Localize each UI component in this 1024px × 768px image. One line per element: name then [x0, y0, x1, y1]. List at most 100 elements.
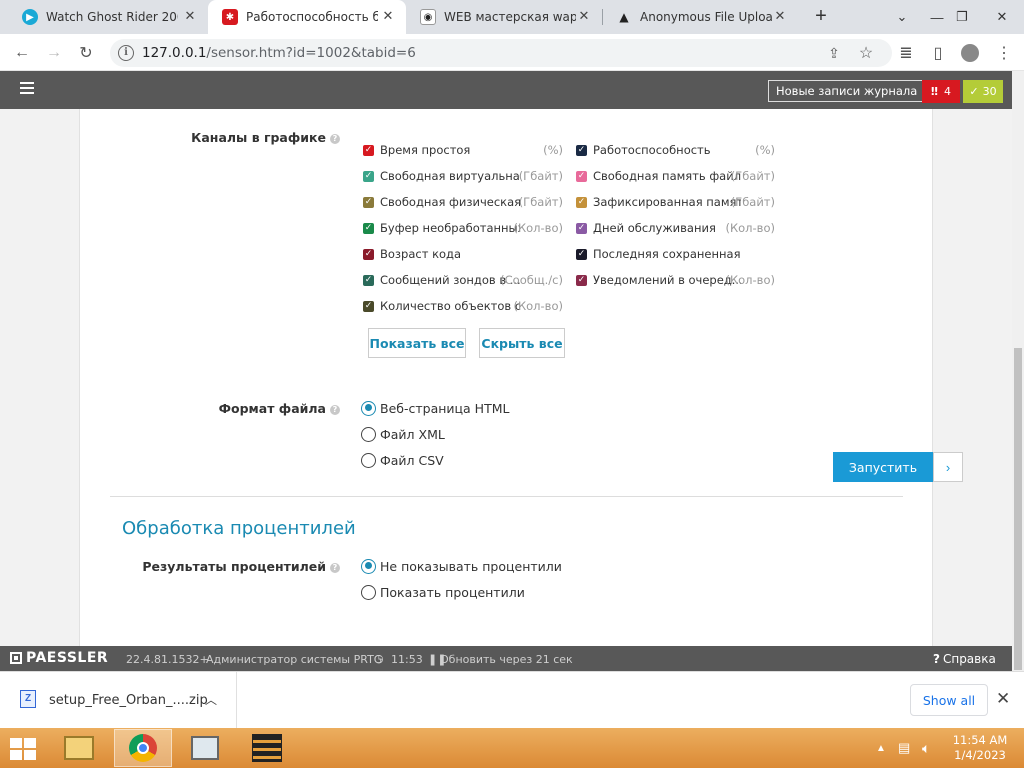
- error-alarm-badge[interactable]: ‼ 4: [922, 80, 960, 103]
- browser-tab-2[interactable]: ✱ Работоспособность базо ✕: [208, 0, 406, 34]
- prtg-footer: PAESSLER 22.4.81.1532+ Администратор сис…: [0, 646, 1012, 671]
- paessler-logo-icon: [10, 652, 22, 664]
- checkbox-checked-icon[interactable]: ✓: [576, 248, 587, 260]
- radio-selected-icon[interactable]: [361, 558, 376, 574]
- checkbox-checked-icon[interactable]: ✓: [363, 248, 374, 260]
- channel-name: Последняя сохраненная конфиг...: [593, 247, 741, 261]
- bookmark-star-icon[interactable]: ☆: [854, 41, 878, 65]
- checkbox-checked-icon[interactable]: ✓: [363, 170, 374, 182]
- format-radio-csv[interactable]: Файл CSV: [361, 451, 444, 469]
- hamburger-menu-icon[interactable]: [20, 82, 34, 94]
- run-button[interactable]: Запустить: [833, 452, 933, 482]
- channel-checkbox-item[interactable]: ✓ Время простоя: [363, 142, 470, 158]
- show-all-button[interactable]: Показать все: [368, 328, 466, 358]
- url-text[interactable]: 127.0.0.1/sensor.htm?id=1002&tabid=6: [142, 45, 416, 61]
- refresh-timer[interactable]: Обновить через 21 сек: [440, 653, 573, 666]
- chrome-icon[interactable]: [114, 729, 172, 767]
- help-question-icon: ?: [933, 652, 940, 666]
- close-icon[interactable]: ✕: [576, 9, 592, 25]
- prtg-app-icon[interactable]: [238, 729, 296, 767]
- channels-label-text: Каналы в графике: [191, 130, 326, 145]
- share-icon[interactable]: ⇪: [822, 41, 846, 65]
- window-close-icon[interactable]: ✕: [985, 0, 1019, 34]
- show-all-downloads-button[interactable]: Show all: [910, 684, 988, 716]
- percentile-label-text: Результаты процентилей: [142, 559, 326, 574]
- checkbox-checked-icon[interactable]: ✓: [363, 274, 374, 286]
- percentile-radio-show[interactable]: Показать процентили: [361, 583, 525, 601]
- checkbox-checked-icon[interactable]: ✓: [576, 144, 587, 156]
- checkbox-checked-icon[interactable]: ✓: [363, 196, 374, 208]
- ok-count: 30: [982, 85, 997, 98]
- browser-tab-4[interactable]: ▲ Anonymous File Upload ✕: [602, 0, 798, 34]
- network-icon[interactable]: ▤: [898, 728, 910, 768]
- menu-kebab-icon[interactable]: ⋮: [992, 41, 1016, 65]
- reload-icon[interactable]: ↻: [74, 41, 98, 65]
- chevron-right-icon[interactable]: ›: [933, 452, 963, 482]
- help-icon[interactable]: ?: [330, 563, 340, 573]
- channel-checkbox-item[interactable]: ✓ Возраст кода: [363, 246, 461, 262]
- forward-icon[interactable]: →: [42, 41, 66, 65]
- radio-icon[interactable]: [361, 426, 376, 442]
- address-bar[interactable]: i 127.0.0.1/sensor.htm?id=1002&tabid=6 ⇪…: [110, 39, 892, 67]
- download-item[interactable]: Z setup_Free_Orban_....zip ︿: [0, 672, 237, 728]
- taskbar-clock[interactable]: 11:54 AM 1/4/2023: [950, 733, 1010, 763]
- volume-icon[interactable]: 🔈︎: [922, 728, 930, 768]
- checkbox-checked-icon[interactable]: ✓: [363, 144, 374, 156]
- close-icon[interactable]: ✕: [182, 9, 198, 25]
- user-link[interactable]: Администратор системы PRTG: [206, 653, 382, 666]
- help-link[interactable]: ? Справка: [933, 652, 996, 666]
- channel-checkbox-item[interactable]: ✓ Последняя сохраненная конфиг...: [576, 246, 741, 262]
- close-icon[interactable]: ✕: [996, 689, 1010, 709]
- side-panel-icon[interactable]: ▯: [926, 41, 950, 65]
- help-icon[interactable]: ?: [330, 405, 340, 415]
- reading-list-icon[interactable]: ≣: [894, 41, 918, 65]
- chevron-up-icon[interactable]: ︿: [205, 691, 217, 708]
- channel-unit: (%): [543, 143, 563, 157]
- download-bar: Z setup_Free_Orban_....zip ︿ Show all ✕: [0, 671, 1024, 728]
- eye-icon: ◉: [420, 9, 436, 25]
- prtg-header: Новые записи журнала 26 ‼4 ✓30: [0, 71, 1012, 109]
- tab-title: Watch Ghost Rider 2007 F: [46, 10, 178, 24]
- radio-icon[interactable]: [361, 452, 376, 468]
- site-info-icon[interactable]: i: [118, 45, 134, 61]
- tab-search-icon[interactable]: ⌄: [885, 0, 919, 34]
- radio-selected-icon[interactable]: [361, 400, 376, 416]
- browser-tab-1[interactable]: ▶ Watch Ghost Rider 2007 F ✕: [8, 0, 208, 34]
- profile-avatar-icon[interactable]: [958, 41, 982, 65]
- checkbox-checked-icon[interactable]: ✓: [576, 274, 587, 286]
- run-button-group: Запустить ›: [833, 452, 963, 482]
- tab-title: Anonymous File Upload: [640, 10, 772, 24]
- format-radio-xml[interactable]: Файл XML: [361, 425, 445, 443]
- checkbox-checked-icon[interactable]: ✓: [363, 300, 374, 312]
- close-icon[interactable]: ✕: [772, 9, 788, 25]
- page-scrollbar[interactable]: [1012, 71, 1024, 671]
- restore-icon[interactable]: ❐: [945, 0, 979, 34]
- file-format-label: Формат файла?: [150, 401, 340, 416]
- scrollbar-thumb[interactable]: [1014, 348, 1022, 670]
- task-manager-icon[interactable]: [176, 729, 234, 767]
- channel-unit: (Гбайт): [518, 195, 563, 209]
- format-radio-html[interactable]: Веб-страница HTML: [361, 399, 509, 417]
- percentile-radio-hide[interactable]: Не показывать процентили: [361, 557, 562, 575]
- browser-tab-3[interactable]: ◉ WEB мастерская wapinet ✕: [406, 0, 602, 34]
- upload-icon: ▲: [619, 10, 629, 24]
- radio-label: Веб-страница HTML: [380, 400, 510, 416]
- back-icon[interactable]: ←: [10, 41, 34, 65]
- ok-status-badge[interactable]: ✓ 30: [963, 80, 1003, 103]
- checkbox-checked-icon[interactable]: ✓: [576, 196, 587, 208]
- checkbox-checked-icon[interactable]: ✓: [363, 222, 374, 234]
- windows-start-icon[interactable]: [10, 738, 38, 760]
- help-icon[interactable]: ?: [330, 134, 340, 144]
- channel-checkbox-item[interactable]: ✓ Работоспособность: [576, 142, 711, 158]
- hide-all-button[interactable]: Скрыть все: [479, 328, 565, 358]
- checkbox-checked-icon[interactable]: ✓: [576, 222, 587, 234]
- checkbox-checked-icon[interactable]: ✓: [576, 170, 587, 182]
- tray-chevron-icon[interactable]: ▲: [876, 728, 886, 768]
- new-tab-button[interactable]: +: [810, 6, 832, 28]
- channel-name: Дней обслуживания: [593, 221, 716, 235]
- radio-icon[interactable]: [361, 584, 376, 600]
- file-explorer-icon[interactable]: [50, 729, 108, 767]
- percentile-section-title: Обработка процентилей: [122, 518, 356, 539]
- channel-checkbox-item[interactable]: ✓ Дней обслуживания: [576, 220, 716, 236]
- close-icon[interactable]: ✕: [380, 9, 396, 25]
